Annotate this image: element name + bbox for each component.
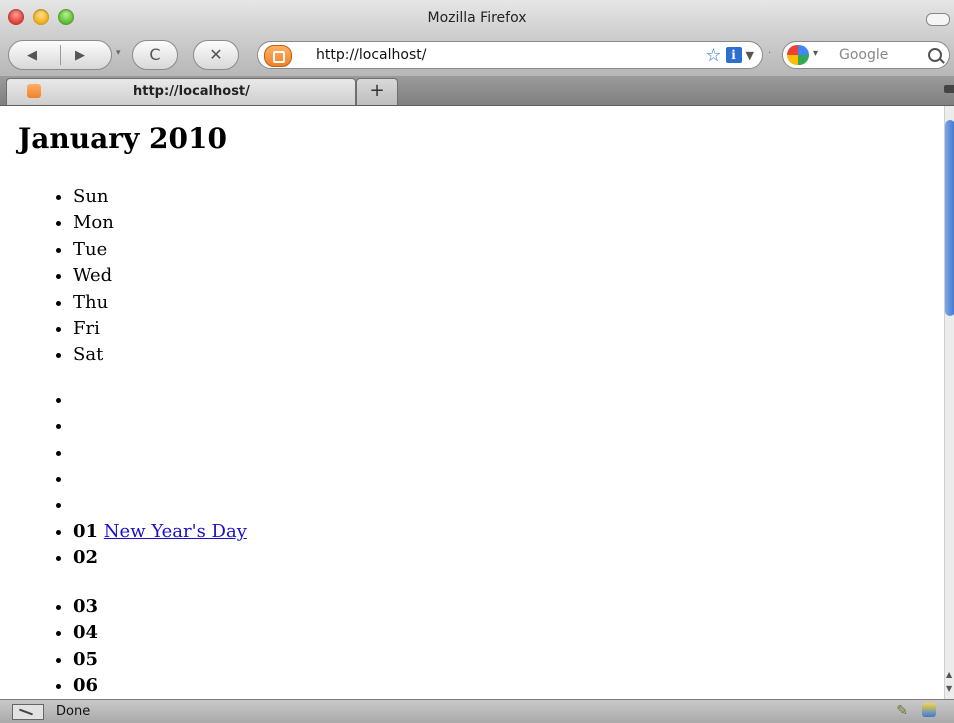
bookmark-star-icon[interactable]: ☆	[705, 45, 721, 66]
scrollbar-thumb[interactable]	[945, 120, 954, 316]
tab-strip: http://localhost/ +	[0, 76, 954, 106]
page-info-icon[interactable]: i	[725, 47, 742, 63]
weekday-item: Tue	[73, 237, 944, 263]
day-cell: 04	[73, 620, 944, 646]
toolbar-toggle-icon[interactable]	[926, 13, 950, 26]
scroll-up-icon[interactable]: ▲	[946, 670, 952, 679]
day-cell-empty	[73, 387, 944, 413]
forward-button[interactable]: ▶	[75, 49, 85, 62]
calendar-day-list: 01 New Year's Day 02 03 04 05 06	[0, 387, 944, 699]
weekday-item: Mon	[73, 210, 944, 236]
day-number: 02	[73, 547, 99, 569]
weekday-item: Fri	[73, 316, 944, 342]
day-number: 06	[73, 674, 99, 696]
day-number: 01	[73, 520, 99, 542]
url-text[interactable]: http://localhost/	[316, 47, 426, 63]
stop-button[interactable]: ✕	[193, 40, 239, 70]
new-tab-button[interactable]: +	[356, 78, 398, 105]
url-tools: ☆ i ▼	[705, 44, 754, 66]
search-engine-dropdown-icon[interactable]: ▾	[813, 48, 818, 59]
addon-icon[interactable]: ✎	[896, 703, 908, 719]
weekday-item: Wed	[73, 263, 944, 289]
day-cell-empty	[73, 492, 944, 518]
back-button[interactable]: ◀	[27, 49, 37, 62]
search-placeholder[interactable]: Google	[839, 47, 888, 63]
day-cell: 03	[73, 594, 944, 620]
url-dropdown-icon[interactable]: ▼	[746, 49, 754, 62]
tab-label: http://localhost/	[133, 84, 250, 99]
vertical-scrollbar[interactable]: ▲ ▼	[944, 106, 954, 699]
divider	[60, 45, 61, 65]
navigation-toolbar: ◀ ▶ ▾ C ✕ http://localhost/ ☆ i ▼ · ▾ Go…	[0, 34, 954, 76]
tab-list-icon[interactable]	[944, 85, 954, 93]
status-bar: Done ✎	[0, 699, 954, 723]
day-number: 03	[73, 595, 99, 617]
day-cell: 02	[73, 545, 944, 571]
scroll-down-icon[interactable]: ▼	[946, 684, 952, 693]
day-cell: 06	[73, 673, 944, 699]
day-cell-empty	[73, 466, 944, 492]
cancel-icon[interactable]	[12, 704, 44, 720]
weekday-item: Sat	[73, 342, 944, 368]
magnifier-icon[interactable]	[928, 48, 942, 62]
url-bar[interactable]: http://localhost/ ☆ i ▼	[257, 41, 763, 69]
tab-localhost[interactable]: http://localhost/	[6, 78, 356, 105]
window-titlebar: Mozilla Firefox	[0, 0, 954, 34]
weekday-list: Sun Mon Tue Wed Thu Fri Sat	[0, 184, 944, 369]
day-number: 04	[73, 622, 99, 644]
day-cell: 05	[73, 647, 944, 673]
day-cell-empty	[73, 440, 944, 466]
weekday-item: Sun	[73, 184, 944, 210]
history-dropdown-icon[interactable]: ▾	[116, 48, 121, 58]
window-title: Mozilla Firefox	[427, 10, 527, 26]
event-link[interactable]: New Year's Day	[104, 521, 247, 542]
day-number: 05	[73, 648, 99, 670]
page-content: January 2010 Sun Mon Tue Wed Thu Fri Sat…	[0, 106, 944, 699]
google-icon[interactable]	[787, 45, 809, 65]
back-forward-group: ◀ ▶	[8, 40, 112, 70]
day-cell-empty	[73, 413, 944, 439]
search-input[interactable]: ▾ Google	[782, 41, 950, 69]
page-title: January 2010	[18, 122, 227, 155]
site-favicon-icon	[27, 84, 41, 98]
addon-icon[interactable]	[922, 703, 936, 717]
day-cell: 01 New Year's Day	[73, 519, 944, 545]
status-text: Done	[56, 704, 91, 719]
reload-button[interactable]: C	[132, 40, 178, 70]
site-identity-icon[interactable]	[264, 45, 292, 67]
divider: ·	[768, 48, 772, 59]
weekday-item: Thu	[73, 290, 944, 316]
